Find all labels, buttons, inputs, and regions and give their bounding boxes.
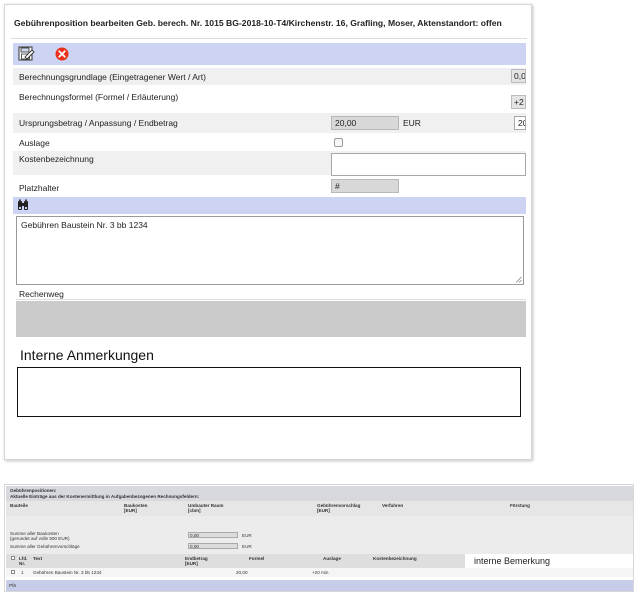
rechenweg-panel [16,301,526,337]
col-umbauter-raum: Umbauter Raum [cbm] [188,503,224,513]
mini-header-title: Gebührenpositionen: [10,488,57,493]
col-verfahren: Verfahren [382,503,404,508]
sum-gebuehren-label: Summe aller Gebührenvorschläge [10,544,80,549]
gebuehrenpositionen-panel: Gebührenpositionen: Aktuelle Einträge au… [4,484,634,592]
gebuehren-text-value: Gebühren Baustein Nr. 3 bb 1234 [21,220,148,230]
mini-column-header: Bauteile Baukosten [EUR] Umbauter Raum [… [6,501,633,516]
divider [16,299,526,300]
col-foerstung: Förstung [510,503,530,508]
berechnungsgrundlage-row: Berechnungsgrundlage (Eingetragener Wert… [13,68,526,85]
ursprungsbetrag-row: Ursprungsbetrag / Anpassung / Endbetrag … [13,113,526,133]
th-text: Text [33,556,43,561]
row-endbetrag: 20,00 [236,570,248,575]
endbetrag-input[interactable]: 20 [514,116,526,130]
col-bauteile: Bauteile [10,503,28,508]
sum-baukosten-unit: EUR [242,533,252,538]
sum-gebuehren-unit: EUR [242,544,252,549]
th-nr: Nr. [19,561,26,566]
ursprungsbetrag-input[interactable]: 20,00 [331,116,399,130]
dialog-toolbar [13,43,526,65]
gebuehrenposition-dialog: Gebührenposition bearbeiten Geb. berech.… [4,4,532,460]
platzhalter-input[interactable]: # [331,179,399,193]
berechnungsformel-row: Berechnungsformel (Formel / Erläuterung)… [13,87,526,111]
th-auslage: Auslage [323,556,341,561]
cancel-icon[interactable] [54,46,71,62]
row-text: Gebühren Baustein Nr. 3 bb 1234 [33,570,102,575]
mini-summary: Summe aller Baukosten (gerundet auf voll… [6,516,633,554]
sum-gebuehren-input[interactable]: 0,00 [188,543,238,549]
row-formel: +20 min [312,570,329,575]
sum-baukosten-input[interactable]: 0,00 [188,532,238,538]
platzhalter-label: Platzhalter [19,183,60,193]
dialog-title: Gebührenposition bearbeiten Geb. berech.… [11,10,527,39]
auslage-row: Auslage [13,134,526,150]
berechnungsgrundlage-label: Berechnungsgrundlage (Eingetragener Wert… [19,72,206,82]
select-all-checkbox[interactable] [11,556,15,560]
th-kostenbezeichnung: Kostenbezeichnung [373,556,417,561]
mini-header-subtitle: Aktuelle Einträge aus der Kostenermittlu… [10,494,200,499]
interne-anmerkungen-input[interactable] [17,367,521,417]
resize-grip-icon[interactable] [515,276,522,283]
kostenbezeichnung-label: Kostenbezeichnung [19,154,94,164]
col-gebuehrenvorschlag: Gebührenvorschlag [EUR] [317,503,361,513]
footer-text: Pfä [9,583,16,588]
save-icon[interactable] [18,46,35,62]
row-nr: 1 [21,570,24,575]
sum-baukosten-label: Summe aller Baukosten (gerundet auf voll… [10,531,70,541]
text-toolbar [13,197,526,214]
ursprungsbetrag-unit: EUR [403,118,421,128]
row-checkbox[interactable] [11,570,15,574]
th-formel: Formel [249,556,265,561]
gebuehren-text-area[interactable]: Gebühren Baustein Nr. 3 bb 1234 [16,216,524,285]
binoculars-icon[interactable] [17,199,31,214]
berechnungsformel-input[interactable]: +2 [511,95,526,109]
mini-footer: Pfä [6,580,633,591]
kostenbezeichnung-input[interactable] [331,153,526,176]
mini-header: Gebührenpositionen: Aktuelle Einträge au… [6,486,633,501]
berechnungsgrundlage-input[interactable]: 0,0 [511,69,526,83]
ursprungsbetrag-label: Ursprungsbetrag / Anpassung / Endbetrag [19,118,178,128]
rechenweg-label: Rechenweg [19,289,64,299]
auslage-label: Auslage [19,138,50,148]
col-baukosten: Baukosten [EUR] [124,503,148,513]
th-endbetrag: Endbetrag [EUR] [185,556,208,566]
interne-anmerkungen-title: Interne Anmerkungen [20,347,154,363]
berechnungsformel-label: Berechnungsformel (Formel / Erläuterung) [19,92,179,102]
auslage-checkbox[interactable] [334,138,343,147]
table-row[interactable]: 1 Gebühren Baustein Nr. 3 bb 1234 20,00 … [6,568,633,577]
th-interne-bemerkung: interne Bemerkung [465,554,633,568]
platzhalter-row: Platzhalter # [13,177,526,195]
